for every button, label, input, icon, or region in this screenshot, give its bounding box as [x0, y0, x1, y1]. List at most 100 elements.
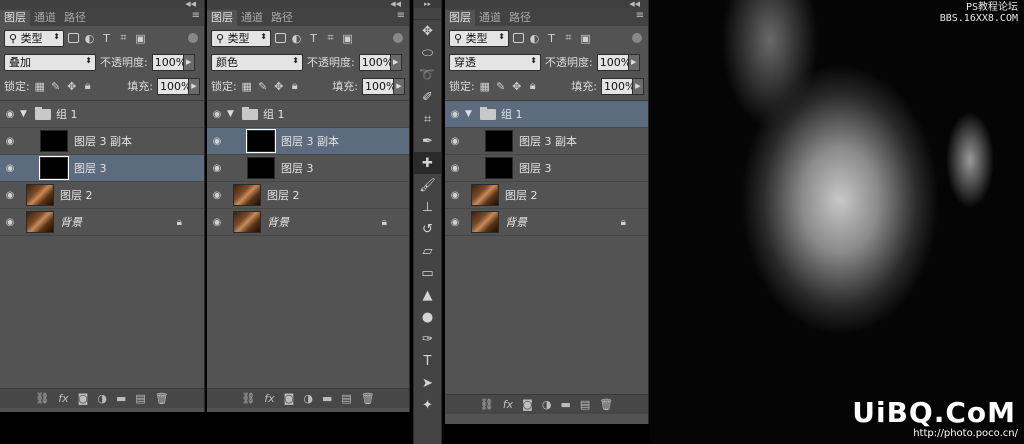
- fill-field[interactable]: 100%: [601, 77, 635, 95]
- blur-tool-icon[interactable]: ▲: [414, 284, 441, 306]
- link-icon[interactable]: ⛓: [35, 392, 49, 405]
- tab-paths[interactable]: 路径: [505, 10, 535, 26]
- visibility-eye-icon[interactable]: ◉: [207, 217, 227, 228]
- tab-channels[interactable]: 通道: [475, 10, 505, 26]
- new-layer-icon[interactable]: ▤: [135, 392, 145, 405]
- lock-all-icon[interactable]: 🔒︎: [289, 79, 301, 92]
- tab-paths[interactable]: 路径: [60, 10, 90, 26]
- opacity-slider-button[interactable]: ▶: [627, 53, 640, 71]
- layer-row[interactable]: ◉ 图层 2: [207, 182, 409, 209]
- panel-menu-icon[interactable]: ≡: [397, 10, 405, 21]
- opacity-field[interactable]: 100%: [596, 53, 631, 71]
- visibility-eye-icon[interactable]: ◉: [0, 190, 20, 201]
- new-layer-icon[interactable]: ▤: [341, 392, 351, 405]
- mask-icon[interactable]: ◙: [284, 392, 295, 405]
- mask-icon[interactable]: ◙: [78, 392, 89, 405]
- new-group-icon[interactable]: ▬: [322, 392, 332, 405]
- fill-slider-button[interactable]: ▶: [188, 77, 200, 95]
- layer-row-group[interactable]: ◉ ▼ 组 1: [0, 101, 204, 128]
- healing-brush-tool-icon[interactable]: ✚: [414, 152, 441, 174]
- blend-mode-dropdown[interactable]: 穿透 ⬍: [449, 53, 541, 71]
- type-filter-icon[interactable]: T: [100, 32, 113, 45]
- filter-toggle[interactable]: [393, 33, 403, 43]
- fill-field[interactable]: 100%: [157, 77, 191, 95]
- collapse-icon[interactable]: ▸▸: [414, 0, 441, 8]
- marquee-tool-icon[interactable]: ⬭: [414, 42, 441, 64]
- opacity-slider-button[interactable]: ▶: [182, 53, 195, 71]
- layer-row-background[interactable]: ◉ 背景 🔒︎: [445, 209, 648, 236]
- mask-icon[interactable]: ◙: [522, 398, 533, 411]
- eraser-tool-icon[interactable]: ▱: [414, 240, 441, 262]
- layer-row-group[interactable]: ◉ ▼ 组 1: [207, 101, 409, 128]
- trash-icon[interactable]: 🗑︎: [599, 398, 613, 411]
- dodge-tool-icon[interactable]: ●: [414, 306, 441, 328]
- tab-channels[interactable]: 通道: [237, 10, 267, 26]
- pixel-filter-icon[interactable]: [275, 33, 286, 43]
- visibility-eye-icon[interactable]: ◉: [207, 136, 227, 147]
- link-icon[interactable]: ⛓: [480, 398, 494, 411]
- shape-tool-icon[interactable]: ✦: [414, 394, 441, 416]
- visibility-eye-icon[interactable]: ◉: [207, 163, 227, 174]
- layer-row[interactable]: ◉ 图层 2: [0, 182, 204, 209]
- visibility-eye-icon[interactable]: ◉: [445, 217, 465, 228]
- blend-mode-dropdown[interactable]: 颜色 ⬍: [211, 53, 303, 71]
- filter-toggle[interactable]: [188, 33, 198, 43]
- visibility-eye-icon[interactable]: ◉: [0, 217, 20, 228]
- lock-pixels-icon[interactable]: ✎: [50, 80, 62, 93]
- lock-all-icon[interactable]: 🔒︎: [527, 79, 539, 92]
- visibility-eye-icon[interactable]: ◉: [0, 136, 20, 147]
- fill-field[interactable]: 100%: [362, 77, 396, 95]
- gradient-tool-icon[interactable]: ▭: [414, 262, 441, 284]
- opacity-field[interactable]: 100%: [358, 53, 393, 71]
- layer-row-background[interactable]: ◉ 背景 🔒︎: [0, 209, 204, 236]
- type-filter-icon[interactable]: T: [307, 32, 320, 45]
- blend-mode-dropdown[interactable]: 叠加 ⬍: [4, 53, 96, 71]
- panel-menu-icon[interactable]: ≡: [192, 10, 200, 21]
- layer-row-selected[interactable]: ◉ 图层 3 副本: [207, 128, 409, 155]
- pen-tool-icon[interactable]: ✑: [414, 328, 441, 350]
- eyedropper-tool-icon[interactable]: ✒: [414, 130, 441, 152]
- tab-paths[interactable]: 路径: [267, 10, 297, 26]
- lock-position-icon[interactable]: ✥: [511, 80, 523, 93]
- tab-channels[interactable]: 通道: [30, 10, 60, 26]
- history-brush-tool-icon[interactable]: ↺: [414, 218, 441, 240]
- filter-toggle[interactable]: [632, 33, 642, 43]
- visibility-eye-icon[interactable]: ◉: [0, 109, 20, 120]
- pixel-filter-icon[interactable]: [68, 33, 79, 43]
- move-tool-icon[interactable]: ✥: [414, 20, 441, 42]
- adjustment-filter-icon[interactable]: ◐: [290, 32, 303, 45]
- brush-tool-icon[interactable]: 🖌︎: [414, 174, 441, 196]
- collapse-icon[interactable]: ◀◀: [629, 0, 640, 8]
- type-tool-icon[interactable]: T: [414, 350, 441, 372]
- type-filter-icon[interactable]: T: [545, 32, 558, 45]
- path-select-tool-icon[interactable]: ➤: [414, 372, 441, 394]
- link-icon[interactable]: ⛓: [241, 392, 255, 405]
- lock-pixels-icon[interactable]: ✎: [257, 80, 269, 93]
- quick-select-tool-icon[interactable]: ✐: [414, 86, 441, 108]
- lock-position-icon[interactable]: ✥: [273, 80, 285, 93]
- tab-layers[interactable]: 图层: [0, 10, 30, 26]
- new-group-icon[interactable]: ▬: [560, 398, 570, 411]
- visibility-eye-icon[interactable]: ◉: [0, 163, 20, 174]
- adjustment-icon[interactable]: ◑: [97, 392, 107, 405]
- visibility-eye-icon[interactable]: ◉: [445, 136, 465, 147]
- filter-kind-dropdown[interactable]: ⚲ 类型 ⬍: [211, 29, 271, 47]
- expand-arrow-icon[interactable]: ▼: [20, 109, 30, 119]
- smart-object-filter-icon[interactable]: ▣: [579, 32, 592, 45]
- tab-layers[interactable]: 图层: [445, 10, 475, 26]
- filter-kind-dropdown[interactable]: ⚲ 类型 ⬍: [449, 29, 509, 47]
- panel-menu-icon[interactable]: ≡: [636, 10, 644, 21]
- adjustment-filter-icon[interactable]: ◐: [528, 32, 541, 45]
- lock-transparency-icon[interactable]: ▦: [34, 80, 46, 93]
- toolbar-grip[interactable]: [414, 8, 441, 20]
- shape-filter-icon[interactable]: ⌗: [117, 31, 130, 45]
- visibility-eye-icon[interactable]: ◉: [445, 190, 465, 201]
- layer-row[interactable]: ◉ 图层 3 副本: [445, 128, 648, 155]
- tab-layers[interactable]: 图层: [207, 10, 237, 26]
- new-group-icon[interactable]: ▬: [116, 392, 126, 405]
- fx-icon[interactable]: fx: [58, 392, 68, 405]
- trash-icon[interactable]: 🗑︎: [361, 392, 375, 405]
- lock-position-icon[interactable]: ✥: [66, 80, 78, 93]
- layer-row[interactable]: ◉ 图层 3 副本: [0, 128, 204, 155]
- adjustment-filter-icon[interactable]: ◐: [83, 32, 96, 45]
